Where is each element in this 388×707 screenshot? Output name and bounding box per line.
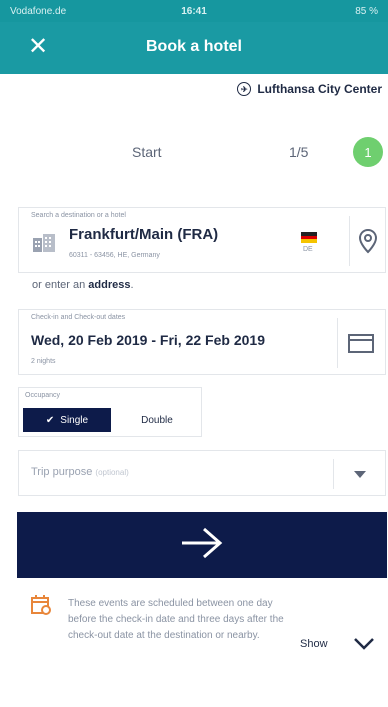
- enter-address-line: or enter an address.: [32, 279, 134, 291]
- occupancy-double-button[interactable]: Double: [117, 408, 197, 432]
- occupancy-single-button[interactable]: ✔ Single: [23, 408, 111, 432]
- divider: [333, 459, 334, 489]
- carrier-label: Vodafone.de: [10, 5, 67, 17]
- trip-purpose-placeholder: Trip purpose (optional): [31, 466, 129, 478]
- check-out-date: Fri, 22 Feb 2019: [159, 332, 265, 348]
- check-icon: ✔: [45, 414, 55, 426]
- occupancy-selector: Occupancy ✔ Single Double: [18, 387, 202, 437]
- show-events-button[interactable]: Show: [300, 638, 328, 650]
- calendar-event-icon: [30, 594, 52, 621]
- destination-field-label: Search a destination or a hotel: [31, 212, 126, 219]
- brand-name: Lufthansa City Center: [257, 82, 382, 96]
- trip-purpose-text: Trip purpose: [31, 466, 93, 478]
- caret-down-icon[interactable]: [351, 467, 369, 485]
- nights-count: 2 nights: [31, 358, 56, 365]
- status-time: 16:41: [181, 5, 207, 17]
- crane-logo-icon: ✈: [237, 82, 252, 96]
- battery-label: 85 %: [355, 5, 379, 17]
- divider: [349, 216, 350, 266]
- nav-bar: ✕ Book a hotel: [0, 22, 388, 74]
- enter-address-link[interactable]: address: [88, 279, 130, 291]
- events-info: These events are scheduled between one d…: [0, 590, 388, 707]
- occupancy-label: Occupancy: [25, 392, 61, 399]
- occupancy-double-label: Double: [141, 414, 173, 426]
- page-title: Book a hotel: [145, 38, 242, 55]
- step-indicator: 1: [353, 137, 383, 167]
- brand-header: ✈ Lufthansa City Center: [237, 82, 382, 96]
- chevron-down-icon[interactable]: [352, 636, 376, 657]
- dates-field-label: Check-in and Check-out dates: [31, 314, 126, 321]
- germany-flag-icon: [301, 232, 317, 243]
- step-progress: Start 1/5 1: [0, 135, 388, 171]
- location-pin-icon[interactable]: [357, 228, 379, 259]
- events-description: These events are scheduled between one d…: [68, 598, 284, 641]
- destination-address: 60311 - 63456, HE, Germany: [69, 252, 160, 259]
- divider: [337, 318, 338, 368]
- dates-field[interactable]: Check-in and Check-out dates Wed, 20 Feb…: [18, 309, 386, 375]
- check-in-date: Wed, 20 Feb 2019: [31, 332, 148, 348]
- next-button[interactable]: [17, 512, 387, 578]
- destination-value: Frankfurt/Main (FRA): [69, 226, 219, 243]
- occupancy-single-label: Single: [60, 414, 89, 426]
- destination-field[interactable]: Search a destination or a hotel Frankfur…: [18, 207, 386, 273]
- date-range: Wed, 20 Feb 2019 - Fri, 22 Feb 2019: [31, 332, 265, 348]
- calendar-icon[interactable]: [347, 332, 375, 359]
- arrow-right-icon: [176, 525, 228, 566]
- status-bar: Vodafone.de 16:41 85 %: [0, 0, 388, 22]
- step-label: Start: [132, 144, 162, 160]
- date-separator: -: [151, 332, 157, 348]
- step-count: 1/5: [289, 144, 309, 160]
- hotel-icon: [31, 232, 57, 257]
- country-code: DE: [303, 246, 313, 253]
- enter-address-prefix: or enter an: [32, 279, 86, 291]
- trip-purpose-select[interactable]: Trip purpose (optional): [18, 450, 386, 496]
- enter-address-suffix: .: [130, 279, 134, 291]
- optional-tag: (optional): [95, 468, 129, 477]
